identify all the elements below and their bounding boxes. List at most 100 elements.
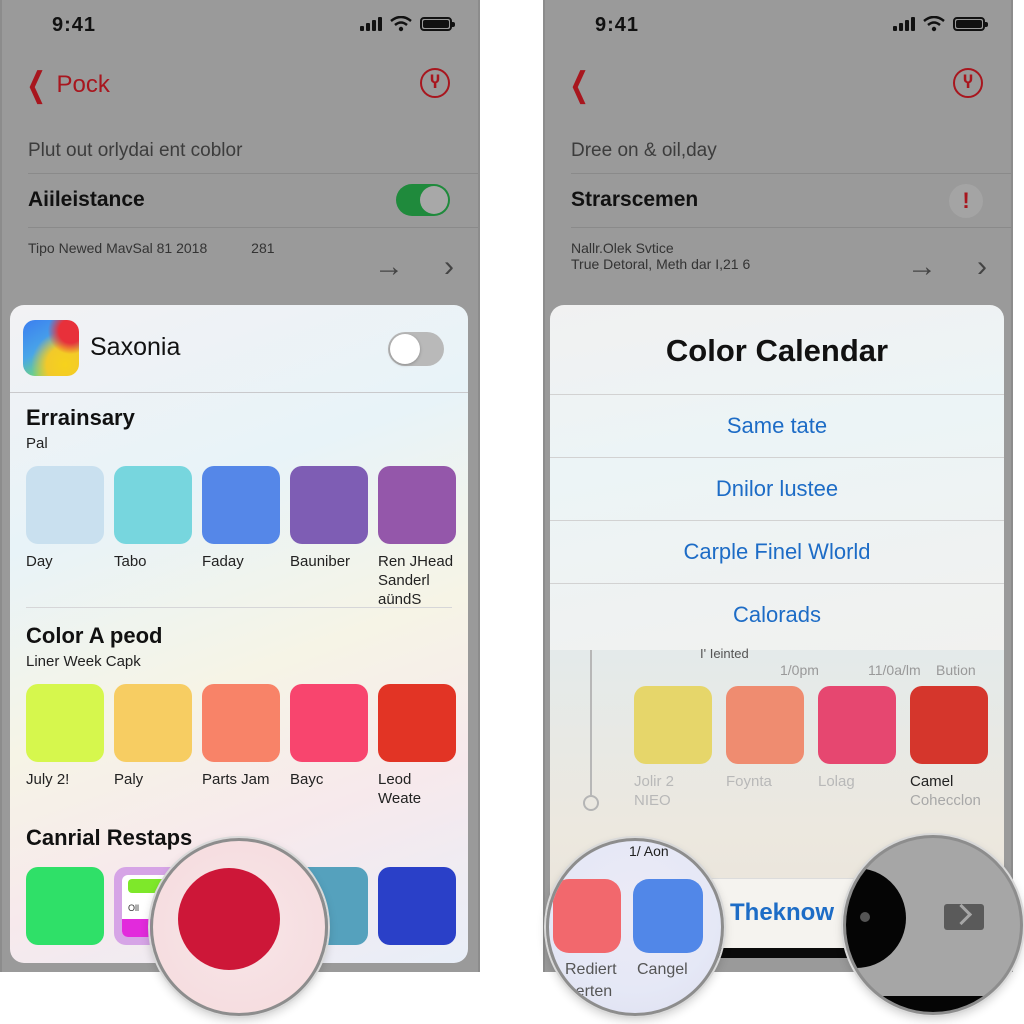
status-icons (360, 16, 455, 32)
swatch-item[interactable]: Lolag (818, 686, 896, 810)
swatch-label: Aerten (565, 983, 613, 1000)
detail-text: Tipo Newed MavSal 81 2018 (28, 240, 208, 256)
app-toggle[interactable] (388, 332, 444, 366)
swatch-sublabel: Cohecclon (910, 792, 981, 809)
nav-bar: ❮ Ⴤ (545, 60, 1011, 108)
swatch-label: Faday (202, 553, 244, 570)
selected-color-dot[interactable] (178, 868, 280, 970)
mixed-swatch-label: Oll (128, 903, 139, 913)
sheet-header: Saxonia (10, 305, 468, 393)
row-sub-label: Dree on & oil,day (571, 140, 717, 161)
settings-row-detail[interactable]: Nallr.Olek Svtice True Detoral, Meth dar… (571, 240, 1011, 300)
swatch-label: Tabo (114, 553, 147, 570)
swatch-item[interactable]: Day (26, 466, 104, 609)
swatch-item[interactable]: Foynta (726, 686, 804, 810)
color-swatch[interactable] (290, 466, 368, 544)
row-arrows: → › (374, 250, 454, 284)
swatch-item[interactable]: Bauniber (290, 466, 368, 609)
black-shape (846, 868, 906, 968)
assistance-toggle[interactable] (396, 184, 450, 216)
swatch-label: Day (26, 553, 53, 570)
alert-action-same-tate[interactable]: Same tate (550, 395, 1004, 458)
wifi-icon (923, 16, 945, 32)
swatch-label: Parts Jam (202, 771, 270, 788)
section-divider (26, 607, 452, 608)
swatch-item[interactable]: July 2! (26, 684, 104, 808)
section-errainsary: Errainsary Pal Day Tabo Faday Bauniber R… (26, 405, 456, 609)
swatch-label: Cangel (637, 961, 688, 978)
color-swatch[interactable] (818, 686, 896, 764)
chevron-right-icon[interactable]: › (444, 250, 454, 284)
timer-icon[interactable]: Ⴤ (953, 68, 983, 98)
magnifier-caption: 1/ Aon (629, 843, 669, 859)
color-swatch[interactable] (114, 466, 192, 544)
color-swatch[interactable] (202, 684, 280, 762)
swatch-row: Day Tabo Faday Bauniber Ren JHead Sander… (26, 466, 456, 609)
swatch-item[interactable]: Parts Jam (202, 684, 280, 808)
time-label: Bution (936, 662, 976, 678)
section-title: Color A peod (26, 623, 163, 648)
swatch-sublabel: NIEO (634, 792, 671, 809)
row-main-label: Aiileistance (28, 188, 145, 211)
settings-row-subtitle: Dree on & oil,day (571, 130, 1011, 174)
timeline-line (590, 650, 592, 795)
color-swatch[interactable] (726, 686, 804, 764)
status-bar: 9:41 (2, 0, 478, 54)
color-swatch[interactable] (910, 686, 988, 764)
swatch-item[interactable]: Faday (202, 466, 280, 609)
swatch-label: Foynta (726, 773, 772, 790)
swatch-item[interactable]: Ren JHead Sanderl aündS (378, 466, 456, 609)
swatch-label: Ren JHead Sanderl aündS (378, 553, 454, 608)
color-swatch[interactable] (26, 867, 104, 945)
color-swatch-blue[interactable] (633, 879, 703, 953)
row-main-label: Strarscemen (571, 188, 699, 211)
color-swatch[interactable] (26, 466, 104, 544)
color-swatch[interactable] (290, 684, 368, 762)
color-swatch[interactable] (378, 867, 456, 945)
swatch-item[interactable]: Jolir 2 NIEO (634, 686, 712, 810)
panel-caption: I' Ieinted (700, 646, 749, 661)
chevron-left-icon: ❮ (26, 66, 47, 104)
section-subtitle: Liner Week Capk (26, 653, 141, 670)
swatch-label: Rediert (565, 961, 617, 978)
settings-row-detail[interactable]: Tipo Newed MavSal 81 2018 281 → › (28, 240, 478, 300)
cellular-signal-icon (360, 17, 382, 31)
swatch-item[interactable]: Tabo (114, 466, 192, 609)
chevron-right-icon[interactable]: › (977, 250, 987, 284)
swatch-item[interactable]: Camel Cohecclon (910, 686, 988, 810)
swatch-item[interactable]: Bayc (290, 684, 368, 808)
color-swatch[interactable] (634, 686, 712, 764)
alert-action-dnilor-lustee[interactable]: Dnilor lustee (550, 458, 1004, 521)
swatch-label: Lolag (818, 773, 855, 790)
time-label: 11/0a/lm (868, 662, 921, 678)
color-swatch[interactable] (378, 466, 456, 544)
back-label: Pock (56, 71, 110, 98)
time-label: 1/0pm (780, 662, 819, 678)
timer-icon[interactable]: Ⴤ (420, 68, 450, 98)
swatch-label: Bauniber (290, 553, 351, 570)
swatch-item[interactable] (378, 867, 456, 945)
color-swatch-red[interactable] (553, 879, 621, 953)
color-swatch[interactable] (202, 466, 280, 544)
color-swatch[interactable] (114, 684, 192, 762)
magnifier-selected-color (150, 838, 328, 1016)
arrow-right-icon[interactable]: → (907, 250, 937, 284)
swatch-row: Jolir 2 NIEO Foynta Lolag Camel Cohecclon (634, 686, 988, 810)
color-swatch[interactable] (26, 684, 104, 762)
back-button[interactable]: ❮ (565, 68, 594, 102)
swatch-label: Jolir 2 (634, 773, 675, 790)
swatch-item[interactable]: Leod Weate (378, 684, 456, 808)
swatch-item[interactable] (26, 867, 104, 945)
arrow-right-icon[interactable]: → (374, 250, 404, 284)
swatch-item[interactable]: Paly (114, 684, 192, 808)
back-button[interactable]: ❮ Pock (22, 68, 110, 102)
color-calendar-alert: Color Calendar Same tate Dnilor lustee C… (550, 305, 1004, 650)
alert-action-carple-finel-world[interactable]: Carple Finel Wlorld (550, 521, 1004, 584)
theknow-button[interactable]: Theknow (730, 899, 834, 927)
row-sub-label: Plut out orlydai ent coblor (28, 140, 243, 161)
color-swatch[interactable] (378, 684, 456, 762)
alert-action-calorads[interactable]: Calorads (550, 584, 1004, 647)
alert-badge[interactable]: ! (949, 184, 983, 218)
forward-icon[interactable] (944, 904, 984, 930)
section-subtitle: Pal (26, 435, 48, 452)
